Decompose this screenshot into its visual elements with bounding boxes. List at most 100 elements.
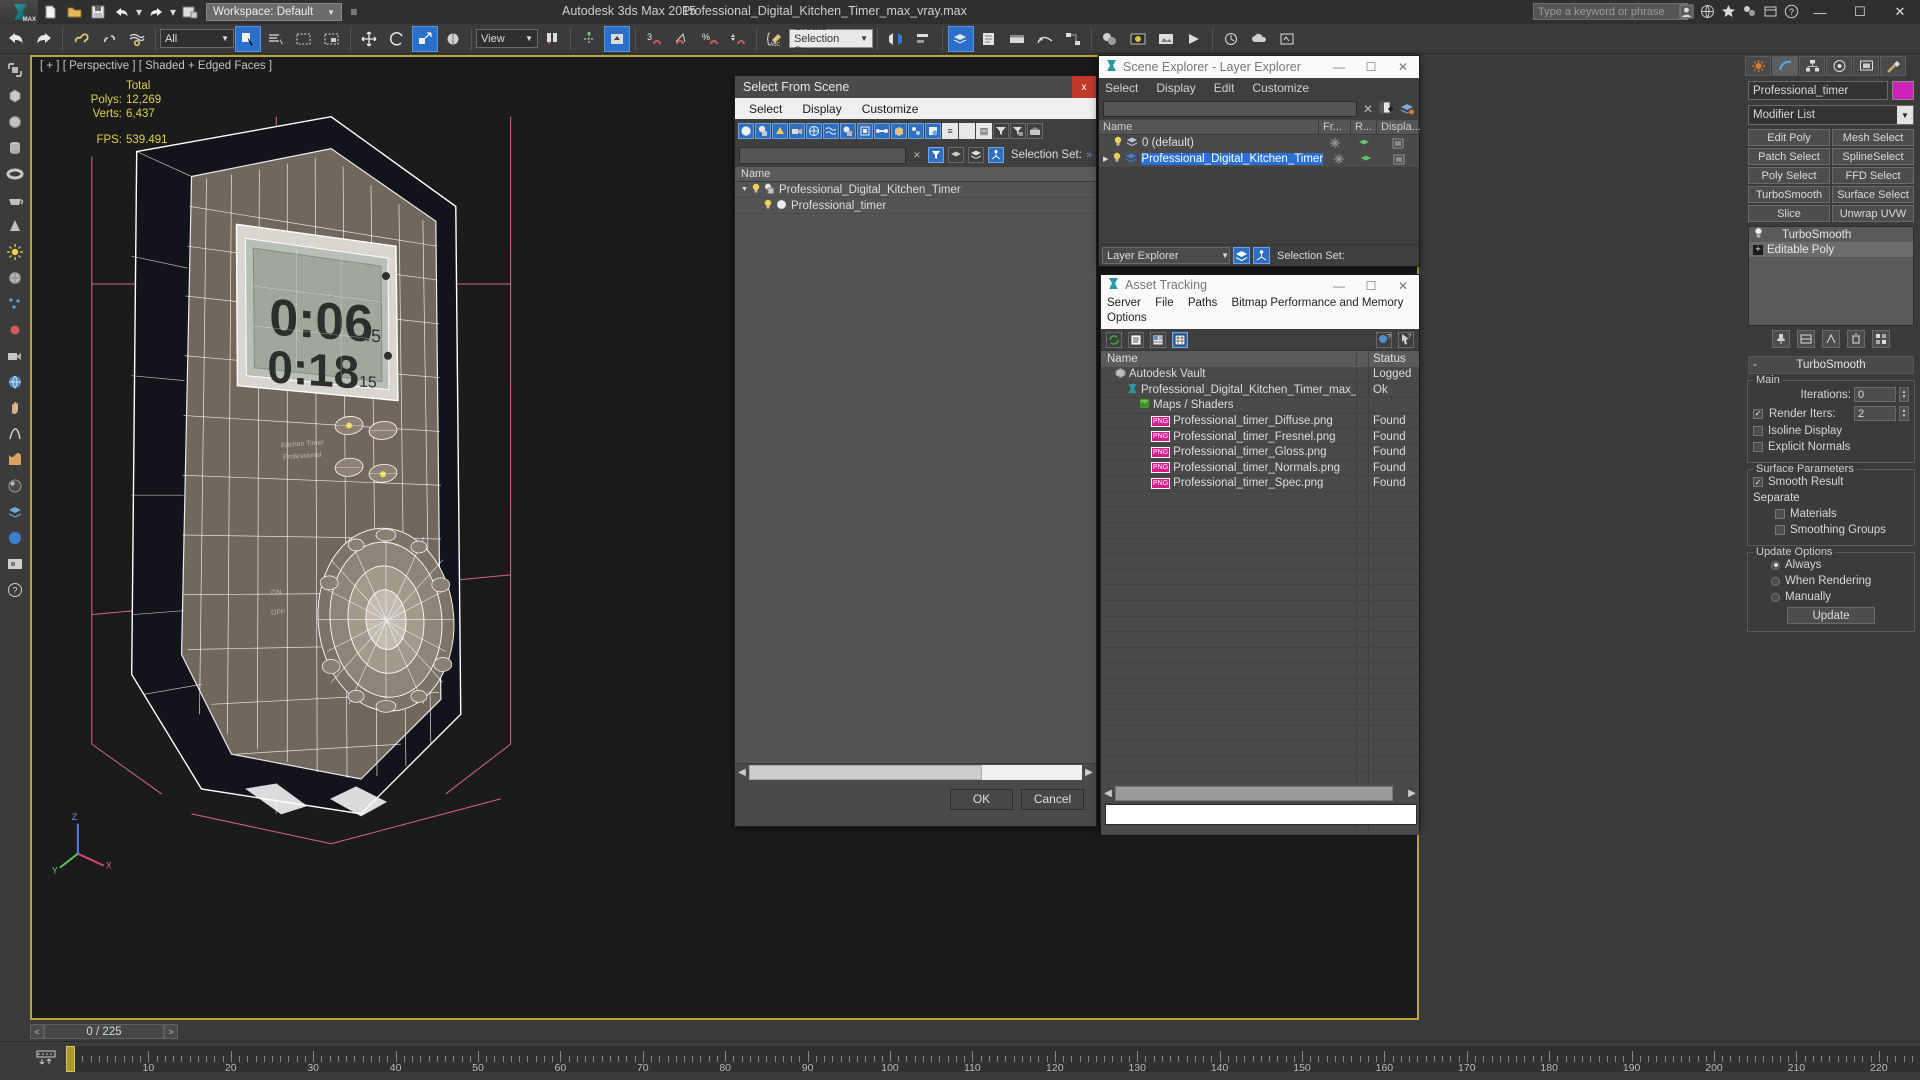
- render-in-cloud-icon[interactable]: [1246, 26, 1272, 52]
- maximize-button[interactable]: ☐: [1355, 275, 1387, 297]
- scroll-left-icon[interactable]: ◀: [1101, 786, 1115, 801]
- table-row[interactable]: [1101, 569, 1419, 586]
- tab-hierarchy[interactable]: [1799, 56, 1825, 76]
- cylinder-primitive-icon[interactable]: [4, 137, 26, 159]
- current-frame-display[interactable]: 0 / 225: [44, 1024, 164, 1039]
- modifier-list-dropdown[interactable]: Modifier List ▼: [1748, 105, 1914, 125]
- table-row[interactable]: [1101, 647, 1419, 664]
- remove-modifier-icon[interactable]: [1847, 330, 1865, 348]
- menu-item-customize[interactable]: Customize: [862, 102, 919, 116]
- scroll-right-icon[interactable]: ▶: [1405, 786, 1419, 801]
- stack-item-editable-poly[interactable]: + Editable Poly: [1749, 242, 1913, 257]
- edit-named-selection-sets-icon[interactable]: ABC: [762, 26, 788, 52]
- menu-item-display[interactable]: Display: [802, 102, 841, 116]
- undo-dropdown-icon[interactable]: ▾: [135, 2, 143, 22]
- time-slider-handle[interactable]: [66, 1046, 75, 1072]
- percent-snap-toggle-icon[interactable]: %: [697, 26, 723, 52]
- curve-editor-icon[interactable]: [1032, 26, 1058, 52]
- render-toggle-icon[interactable]: [1354, 154, 1379, 164]
- display-props-icon[interactable]: [1379, 154, 1419, 165]
- blank-view-icon[interactable]: [959, 123, 975, 139]
- smooth-result-row[interactable]: ✓ Smooth Result: [1753, 476, 1909, 488]
- display-helpers-icon[interactable]: [806, 123, 822, 139]
- workspace-menu-icon[interactable]: ≡: [343, 2, 365, 22]
- open-mini-curve-editor-icon[interactable]: [36, 1050, 56, 1066]
- modifier-stack[interactable]: TurboSmooth + Editable Poly: [1748, 226, 1914, 326]
- menu-item-display[interactable]: Display: [1156, 81, 1195, 95]
- render-iters-checkbox[interactable]: ✓: [1753, 408, 1763, 419]
- select-and-rotate-icon[interactable]: [384, 26, 410, 52]
- scroll-track[interactable]: [749, 764, 1082, 780]
- table-row[interactable]: [1101, 600, 1419, 617]
- menu-item-edit[interactable]: Edit: [1214, 81, 1235, 95]
- table-row[interactable]: PNG Professional_timer_Spec.png Found: [1101, 476, 1419, 492]
- menu-item-customize[interactable]: Customize: [1252, 81, 1309, 95]
- freeze-toggle-icon[interactable]: [1323, 154, 1354, 164]
- spinner-snap-toggle-icon[interactable]: [725, 26, 751, 52]
- table-row[interactable]: [1101, 507, 1419, 523]
- modifier-ffd-select-button[interactable]: FFD Select: [1832, 167, 1914, 184]
- cone-primitive-icon[interactable]: [4, 215, 26, 237]
- list-item[interactable]: 0 (default): [1099, 135, 1419, 151]
- scroll-thumb[interactable]: [749, 764, 983, 780]
- community-icon[interactable]: [1740, 2, 1758, 20]
- menu-item-select[interactable]: Select: [749, 102, 782, 116]
- detail-view-icon[interactable]: [1150, 331, 1166, 348]
- explorer-mode-selector[interactable]: Layer Explorer ▼: [1102, 247, 1230, 264]
- asset-tracking-status-field[interactable]: [1105, 804, 1417, 825]
- box-primitive-icon[interactable]: [4, 85, 26, 107]
- menu-item-select[interactable]: Select: [1105, 81, 1138, 95]
- isoline-display-checkbox[interactable]: [1753, 426, 1763, 436]
- table-row[interactable]: [1101, 741, 1419, 757]
- list-view-icon[interactable]: ≡: [942, 123, 958, 139]
- menu-item-file[interactable]: File: [1155, 297, 1174, 309]
- help-pointer-icon[interactable]: ?: [1398, 331, 1414, 348]
- modifier-surface-select-button[interactable]: Surface Select: [1832, 186, 1914, 203]
- update-button[interactable]: Update: [1787, 607, 1875, 624]
- ok-button[interactable]: OK: [950, 788, 1013, 810]
- geosphere-icon[interactable]: [4, 267, 26, 289]
- snaps-toggle-icon[interactable]: 3: [641, 26, 667, 52]
- filter-icon[interactable]: [993, 123, 1009, 139]
- modifier-mesh-select-button[interactable]: Mesh Select: [1832, 129, 1914, 146]
- hand-icon[interactable]: [4, 397, 26, 419]
- scroll-left-icon[interactable]: ◀: [735, 764, 749, 780]
- select-from-scene-dialog[interactable]: Select From Scene x Select Display Custo…: [734, 75, 1097, 827]
- minimize-button[interactable]: —: [1800, 0, 1840, 24]
- rectangular-selection-region-icon[interactable]: [291, 26, 317, 52]
- help-icon[interactable]: ?: [1782, 2, 1800, 20]
- quick-render-icon[interactable]: [1218, 26, 1244, 52]
- scene-explorer-layer-list[interactable]: 0 (default) ▶ Professional_Digital_Kitch…: [1099, 135, 1419, 167]
- freeze-toggle-icon[interactable]: [1319, 138, 1351, 148]
- select-and-scale-icon[interactable]: [412, 25, 438, 52]
- maximize-button[interactable]: ☐: [1840, 0, 1880, 24]
- select-by-name-icon[interactable]: [263, 26, 289, 52]
- mirror-icon[interactable]: [883, 26, 909, 52]
- layers-group-icon[interactable]: [967, 147, 984, 163]
- pin-stack-icon[interactable]: [1772, 330, 1790, 348]
- select-and-link-icon[interactable]: [68, 26, 94, 52]
- column-render[interactable]: R...: [1351, 119, 1377, 135]
- table-row[interactable]: Autodesk Vault Logged: [1101, 367, 1419, 383]
- iterations-spinner[interactable]: ▲ ▼: [1899, 387, 1909, 402]
- light-icon[interactable]: [4, 241, 26, 263]
- display-bones-icon[interactable]: [874, 123, 890, 139]
- asset-tracking-column-header[interactable]: Name Status: [1101, 351, 1419, 367]
- light-bulb-icon[interactable]: [1113, 136, 1123, 150]
- layer-stack-toggle-icon[interactable]: [1233, 247, 1250, 264]
- display-shapes-icon[interactable]: [755, 123, 771, 139]
- modifier-slice-button[interactable]: Slice: [1748, 205, 1830, 222]
- scene-explorer-column-header[interactable]: Name Fr... R... Displa...: [1099, 119, 1421, 135]
- update-when-rendering-radio[interactable]: [1771, 576, 1780, 586]
- select-and-move-icon[interactable]: [356, 26, 382, 52]
- table-row[interactable]: [1101, 522, 1419, 539]
- modifier-spline-select-button[interactable]: SplineSelect: [1832, 148, 1914, 165]
- table-row[interactable]: [1101, 538, 1419, 555]
- advanced-filter-icon[interactable]: [1010, 123, 1026, 139]
- frame-ruler[interactable]: 10 20 30 40 50 60 70 80 90 100 110 120 130 140 150 160 1…: [66, 1046, 1920, 1074]
- tab-utilities[interactable]: [1880, 56, 1906, 76]
- snapshot-icon[interactable]: [4, 553, 26, 575]
- new-layer-icon[interactable]: [1379, 101, 1394, 118]
- select-from-scene-column-header[interactable]: Name: [735, 167, 1096, 182]
- material-editor-icon[interactable]: [1097, 26, 1123, 52]
